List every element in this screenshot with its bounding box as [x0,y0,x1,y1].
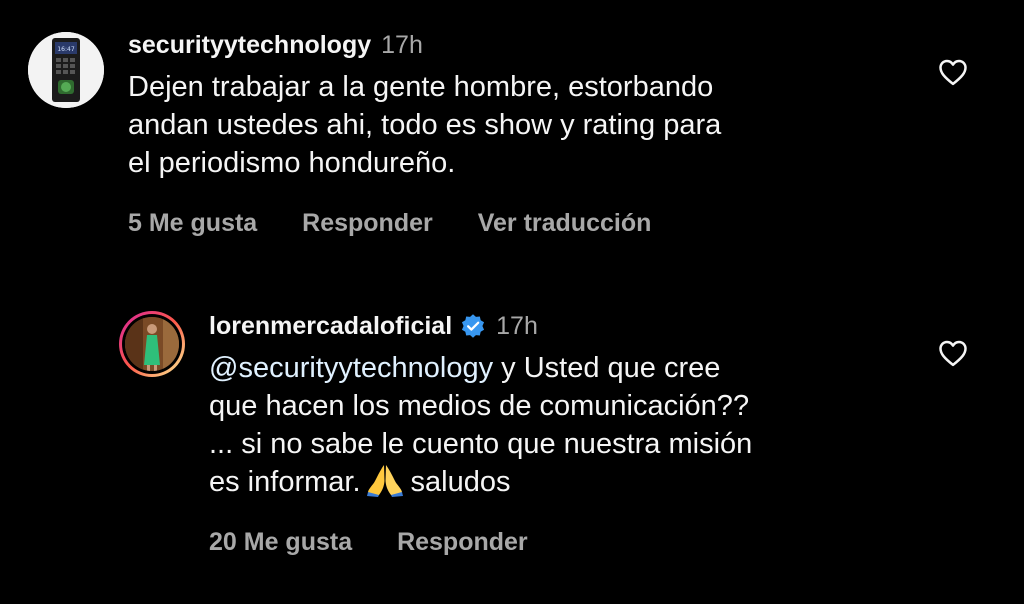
avatar-ring [122,314,182,374]
comment-line: es informar. saludos [209,463,909,501]
comment-text: Dejen trabajar a la gente hombre, estorb… [128,68,888,182]
comment-actions: 5 Me gusta Responder Ver traducción [128,209,888,238]
translate-button[interactable]: Ver traducción [478,209,652,237]
avatar-photo [125,317,179,371]
avatar[interactable]: 16:47 [28,32,104,108]
comment-line: el periodismo hondureño. [128,147,456,179]
comment-line: andan ustedes ahi, todo es show y rating… [128,109,722,141]
comment-text-segment: es informar. [209,466,361,498]
comment-header: lorenmercadaloficial 17h [209,309,909,343]
comment-line: ... si no sabe le cuento que nuestra mis… [209,428,753,460]
heart-icon[interactable] [938,339,968,367]
username[interactable]: securityytechnology [128,28,371,62]
verified-badge-icon [462,314,485,338]
reply-button[interactable]: Responder [302,209,433,237]
comment-line: @securityytechnology y Usted que cree [209,349,909,387]
mention-link[interactable]: @securityytechnology [209,352,493,384]
comment-text-segment: y Usted que cree [493,352,721,384]
comment-body: lorenmercadaloficial 17h @securityytechn… [209,309,909,557]
avatar[interactable] [119,311,185,377]
comment-text-segment: saludos [410,466,511,498]
reply-button[interactable]: Responder [397,528,528,556]
likes-count[interactable]: 20 Me gusta [209,528,352,556]
comment-line: Dejen trabajar a la gente hombre, estorb… [128,71,714,103]
comment-actions: 20 Me gusta Responder [209,528,909,557]
comment-text: @securityytechnology y Usted que cree qu… [209,349,909,501]
device-screen-text: 16:47 [57,46,74,53]
folded-hands-icon [366,465,403,497]
heart-icon[interactable] [938,58,968,86]
comment-body: securityytechnology 17h Dejen trabajar a… [128,28,888,238]
likes-count[interactable]: 5 Me gusta [128,209,257,237]
timestamp[interactable]: 17h [381,28,423,62]
person-photo-icon [125,317,179,371]
comment-header: securityytechnology 17h [128,28,888,62]
comment-line: que hacen los medios de comunicación?? [209,390,750,422]
username[interactable]: lorenmercadaloficial [209,309,452,343]
timestamp[interactable]: 17h [496,309,538,343]
fingerprint-device-avatar: 16:47 [28,32,104,108]
